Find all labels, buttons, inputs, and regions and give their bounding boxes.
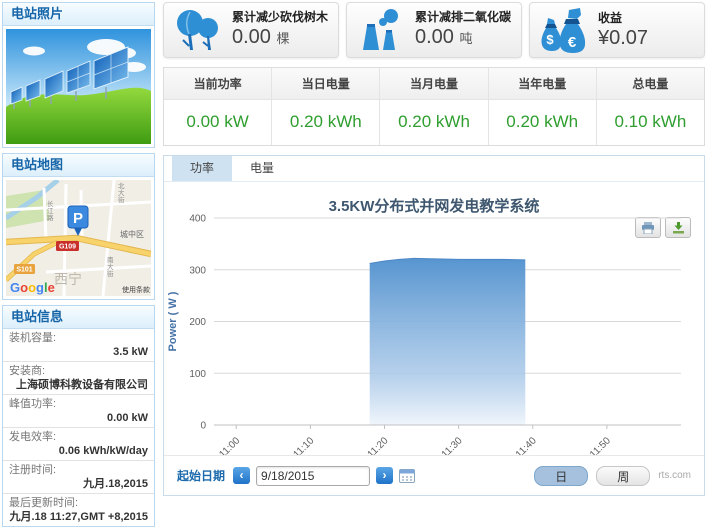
energy-stats-table: 当前功率 当日电量 当月电量 当年电量 总电量 0.00 kW 0.20 kWh… — [163, 67, 705, 146]
svg-text:300: 300 — [189, 265, 206, 276]
stat-header: 当日电量 — [272, 68, 380, 100]
station-map-panel: 电站地图 G109 — [2, 153, 155, 300]
stat-value: 0.10 kWh — [597, 100, 704, 145]
date-bar: 起始日期 ‹ › 日 周 rts.com — [164, 455, 704, 495]
summary-cards: 累计减少砍伐树木 0.00 棵 累计减排二氧化碳 0.00 吨 — [163, 2, 705, 58]
station-photo-title: 电站照片 — [3, 3, 154, 26]
info-value: 0.06 kWh/kW/day — [9, 444, 148, 458]
chart-watermark: rts.com — [658, 470, 691, 481]
card-value: 0.00 吨 — [415, 25, 511, 51]
svg-text:11:00: 11:00 — [217, 435, 242, 456]
svg-text:11:40: 11:40 — [514, 435, 539, 456]
map-pin-letter: P — [73, 210, 83, 227]
chart-tab-strip: 功率 电量 — [164, 156, 704, 182]
stats-value-row: 0.00 kW 0.20 kWh 0.20 kWh 0.20 kWh 0.10 … — [164, 100, 704, 145]
card-label: 累计减少砍伐树木 — [232, 9, 328, 25]
stat-value: 0.20 kWh — [489, 100, 597, 145]
info-label: 安装商: — [9, 365, 148, 378]
info-field-installer: 安装商: 上海硕博科教设备有限公司 — [3, 362, 154, 395]
stat-header: 当年电量 — [489, 68, 597, 100]
week-view-button[interactable]: 周 — [596, 466, 650, 486]
income-card: $ € 收益 ¥0.07 — [529, 2, 705, 58]
info-label: 最后更新时间: — [9, 497, 148, 510]
google-map[interactable]: G109 S101 城中区 西宁 长江路 北大街 南大街 P Google 使用… — [6, 180, 151, 296]
station-info-panel: 电站信息 装机容量: 3.5 kW 安装商: 上海硕博科教设备有限公司 峰值功率… — [2, 305, 155, 527]
svg-text:0: 0 — [200, 421, 206, 432]
info-value: 九月.18,2015 — [9, 477, 148, 491]
main-content: 累计减少砍伐树木 0.00 棵 累计减排二氧化碳 0.00 吨 — [163, 2, 705, 496]
info-label: 发电效率: — [9, 431, 148, 444]
station-map-title: 电站地图 — [3, 154, 154, 177]
map-terms-link[interactable]: 使用条款 — [122, 285, 150, 294]
info-value: 3.5 kW — [9, 345, 148, 359]
station-photo — [3, 26, 154, 147]
power-chart-region: 3.5KW分布式并网发电教学系统 — [164, 182, 704, 456]
card-label: 收益 — [598, 10, 648, 26]
left-sidebar: 电站照片 — [2, 2, 155, 532]
money-bags-icon: $ € — [536, 6, 592, 54]
info-value: 0.00 kW — [9, 411, 148, 425]
svg-text:$: $ — [546, 32, 554, 47]
station-info-list: 装机容量: 3.5 kW 安装商: 上海硕博科教设备有限公司 峰值功率: 0.0… — [3, 329, 154, 526]
info-field-last-update: 最后更新时间: 九月.18 11:27,GMT +8,2015 — [3, 494, 154, 526]
info-field-capacity: 装机容量: 3.5 kW — [3, 329, 154, 362]
svg-text:11:30: 11:30 — [440, 435, 465, 456]
info-field-peak-power: 峰值功率: 0.00 kW — [3, 395, 154, 428]
svg-text:11:20: 11:20 — [366, 435, 391, 456]
nandajie-road-label: 南大街 — [107, 255, 114, 278]
svg-text:11:50: 11:50 — [588, 435, 613, 456]
start-date-label: 起始日期 — [177, 467, 225, 484]
card-unit: 棵 — [277, 31, 290, 46]
power-area-chart: 0 100 200 300 400 11:00 11:10 11:20 11:30 11:40 11… — [164, 182, 704, 456]
station-map[interactable]: G109 S101 城中区 西宁 长江路 北大街 南大街 P Google 使用… — [3, 177, 154, 299]
changjiang-road-label: 长江路 — [47, 199, 54, 222]
district-label: 城中区 — [120, 229, 144, 239]
info-value: 九月.18 11:27,GMT +8,2015 — [9, 510, 148, 524]
info-value: 上海硕博科教设备有限公司 — [9, 378, 148, 392]
svg-text:11:10: 11:10 — [292, 435, 317, 456]
info-label: 装机容量: — [9, 332, 148, 345]
svg-text:€: € — [568, 34, 577, 51]
info-field-register-time: 注册时间: 九月.18,2015 — [3, 461, 154, 494]
trees-saved-card: 累计减少砍伐树木 0.00 棵 — [163, 2, 339, 58]
svg-text:400: 400 — [189, 214, 206, 225]
calendar-icon[interactable] — [399, 468, 415, 483]
stats-header-row: 当前功率 当日电量 当月电量 当年电量 总电量 — [164, 68, 704, 100]
svg-text:100: 100 — [189, 369, 206, 380]
stat-header: 当月电量 — [380, 68, 488, 100]
city-label: 西宁 — [54, 271, 82, 287]
date-input[interactable] — [256, 466, 370, 486]
tab-power[interactable]: 功率 — [172, 156, 232, 181]
stat-value: 0.20 kWh — [380, 100, 488, 145]
chart-panel: 功率 电量 3.5KW分布式并网发电教学系统 — [163, 155, 705, 496]
tab-energy[interactable]: 电量 — [232, 156, 292, 181]
stat-value: 0.00 kW — [164, 100, 272, 145]
beidajie-road-label: 北大街 — [118, 182, 125, 204]
svg-text:200: 200 — [189, 317, 206, 328]
solar-panels-photo — [6, 29, 151, 144]
co2-reduced-card: 累计减排二氧化碳 0.00 吨 — [346, 2, 522, 58]
cooling-towers-icon — [353, 6, 409, 54]
stat-header: 当前功率 — [164, 68, 272, 100]
stat-value: 0.20 kWh — [272, 100, 380, 145]
card-label: 累计减排二氧化碳 — [415, 9, 511, 25]
station-info-title: 电站信息 — [3, 306, 154, 329]
svg-text:Power ( W ): Power ( W ) — [167, 291, 179, 351]
prev-day-button[interactable]: ‹ — [233, 467, 250, 484]
card-value: 0.00 棵 — [232, 25, 328, 51]
g109-badge-label: G109 — [59, 244, 76, 251]
trees-icon — [170, 6, 226, 54]
next-day-button[interactable]: › — [376, 467, 393, 484]
day-view-button[interactable]: 日 — [534, 466, 588, 486]
google-logo[interactable]: Google — [10, 280, 55, 295]
info-label: 注册时间: — [9, 464, 148, 477]
info-label: 峰值功率: — [9, 398, 148, 411]
card-unit: 吨 — [460, 31, 473, 46]
info-field-efficiency: 发电效率: 0.06 kWh/kW/day — [3, 428, 154, 461]
station-photo-panel: 电站照片 — [2, 2, 155, 148]
card-value: ¥0.07 — [598, 26, 648, 50]
s101-badge-label: S101 — [16, 267, 32, 274]
stat-header: 总电量 — [597, 68, 704, 100]
